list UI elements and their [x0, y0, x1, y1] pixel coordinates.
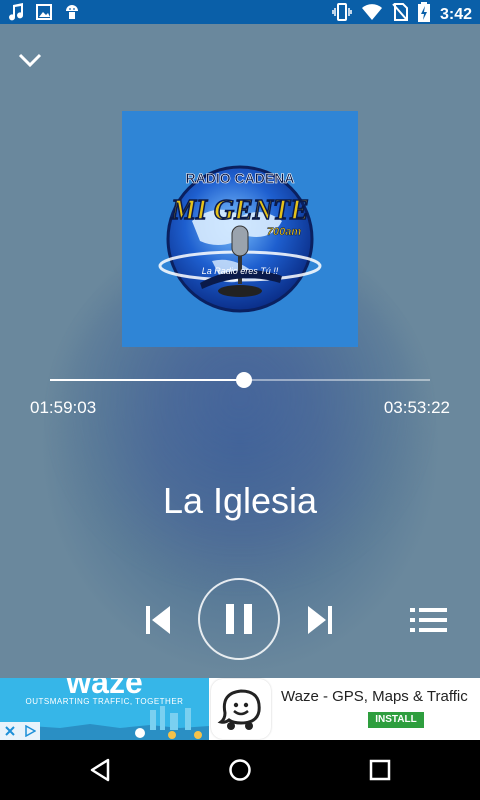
total-duration: 03:53:22 [383, 398, 450, 417]
album-art-top-text: RADIO CADENA [186, 170, 295, 186]
home-button[interactable] [228, 758, 252, 787]
seek-thumb[interactable] [235, 372, 252, 388]
pause-button[interactable] [198, 578, 280, 660]
recents-button[interactable] [368, 758, 392, 787]
skip-next-icon [308, 606, 332, 634]
chevron-down-icon [18, 53, 42, 68]
previous-button[interactable] [144, 604, 172, 641]
home-circle-icon [229, 759, 251, 781]
ad-info-icon[interactable] [24, 725, 36, 737]
ad-app-name: Waze - GPS, Maps & Traffic [281, 688, 468, 705]
next-button[interactable] [306, 604, 334, 641]
album-art-brand: MI GENTE [170, 195, 309, 226]
wifi-icon [361, 3, 382, 26]
back-button[interactable] [88, 758, 112, 787]
waze-app-icon [211, 679, 271, 739]
elapsed-time: 01:59:03 [30, 398, 97, 417]
vibrate-icon [332, 3, 352, 26]
album-art-frequency: 700am [267, 226, 301, 238]
track-title: La Iglesia [162, 480, 318, 521]
ad-choices-icon[interactable] [0, 722, 40, 740]
battery-charging-icon [417, 2, 430, 27]
no-sim-icon [392, 3, 408, 26]
album-art-slogan: La Radio eres Tú !! [202, 266, 279, 276]
playlist-icon [410, 608, 447, 632]
status-time: 3:42 [439, 5, 472, 23]
collapse-player-button[interactable] [16, 48, 44, 72]
music-note-icon [8, 3, 24, 26]
ad-image[interactable]: waze OUTSMARTING TRAFFIC, TOGETHER [0, 678, 209, 740]
pause-icon [226, 604, 252, 634]
image-icon [36, 3, 52, 26]
status-bar: 3:42 [0, 0, 480, 24]
close-icon[interactable] [4, 725, 16, 737]
album-art: RADIO CADENA MI GENTE 700am La Radio ere… [122, 111, 358, 347]
seek-bar[interactable] [50, 372, 430, 388]
back-triangle-icon [90, 758, 110, 782]
install-button[interactable]: INSTALL [368, 712, 424, 728]
android-icon [64, 3, 80, 26]
navigation-bar [0, 740, 480, 800]
ad-banner[interactable]: waze OUTSMARTING TRAFFIC, TOGETHER Waze … [0, 678, 480, 740]
skip-previous-icon [146, 606, 170, 634]
playlist-button[interactable] [408, 606, 448, 639]
seek-progress [50, 379, 244, 381]
recents-square-icon [369, 759, 391, 781]
ad-app-info[interactable]: Waze - GPS, Maps & Traffic INSTALL [209, 678, 480, 740]
